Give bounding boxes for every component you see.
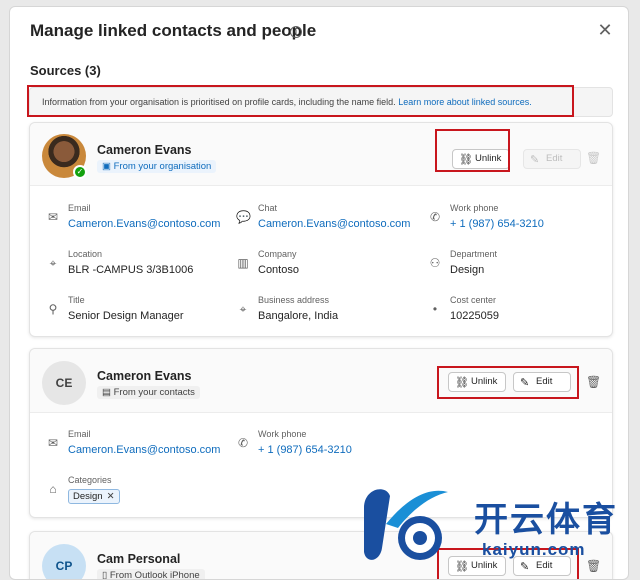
organisation-icon: ▣: [102, 161, 114, 172]
source-badge: ▯ From Outlook iPhone: [97, 569, 205, 580]
field-label: Location: [68, 249, 103, 259]
edit-icon: ✎: [530, 154, 540, 166]
field-value: Contoso: [258, 264, 299, 276]
source-label: From Outlook iPhone: [109, 570, 200, 580]
sources-heading: Sources (3): [30, 63, 101, 78]
source-card-organisation: ✓ Cameron Evans ▣ From your organisation…: [29, 122, 613, 337]
contact-name: Cameron Evans: [97, 369, 192, 383]
people-icon: ⚇: [429, 256, 441, 270]
trash-icon[interactable]: 🗑: [586, 375, 601, 389]
location-icon: ⌖: [239, 302, 247, 316]
field-value: 10225059: [450, 310, 499, 322]
avatar: CP: [42, 544, 86, 579]
category-chip: Design ✕: [68, 489, 120, 504]
email-link[interactable]: Cameron.Evans@contoso.com: [68, 218, 220, 230]
field-label: Chat: [258, 203, 278, 213]
manage-linked-contacts-dialog: Manage linked contacts and people i ✕ So…: [9, 6, 629, 580]
source-label: From your contacts: [113, 387, 195, 398]
field-label: Cost center: [450, 295, 497, 305]
building-icon: ▥: [237, 256, 249, 270]
mail-icon: ✉: [47, 436, 59, 450]
phone-link[interactable]: + 1 (987) 654-3210: [450, 218, 544, 230]
edit-button[interactable]: ✎ Edit: [523, 149, 581, 169]
phone-device-icon: ▯: [102, 570, 110, 580]
field-label: Email: [68, 429, 91, 439]
field-value: Design: [450, 264, 485, 276]
dot-icon: •: [432, 302, 438, 316]
highlight-actions-2: [437, 366, 579, 399]
available-status-icon: ✓: [73, 165, 87, 179]
phone-link[interactable]: + 1 (987) 654-3210: [258, 444, 352, 456]
highlight-banner: [27, 85, 574, 117]
field-label: Work phone: [450, 203, 499, 213]
phone-icon: ✆: [429, 210, 441, 224]
trash-icon[interactable]: 🗑: [586, 559, 601, 573]
chat-link[interactable]: Cameron.Evans@contoso.com: [258, 218, 410, 230]
source-label: From your organisation: [113, 161, 212, 172]
dialog-title: Manage linked contacts and people: [30, 21, 317, 40]
close-icon[interactable]: ✕: [596, 21, 614, 39]
category-label: Design: [73, 491, 103, 502]
field-value: Senior Design Manager: [68, 310, 184, 322]
field-label: Department: [450, 249, 498, 259]
field-label: Email: [68, 203, 91, 213]
field-label: Work phone: [258, 429, 307, 439]
phone-icon: ✆: [237, 436, 249, 450]
contact-name: Cam Personal: [97, 552, 181, 566]
edit-label: Edit: [546, 153, 563, 164]
remove-category-icon[interactable]: ✕: [107, 491, 115, 502]
field-label: Title: [68, 295, 85, 305]
trash-icon[interactable]: 🗑: [586, 151, 601, 165]
field-label: Categories: [68, 475, 112, 485]
person-icon: ⚲: [48, 302, 58, 316]
field-label: Business address: [258, 295, 330, 305]
field-label: Company: [258, 249, 297, 259]
location-icon: ⌖: [49, 256, 57, 270]
mail-icon: ✉: [47, 210, 59, 224]
info-icon[interactable]: i: [290, 26, 302, 38]
contact-name: Cameron Evans: [97, 143, 192, 157]
email-link[interactable]: Cameron.Evans@contoso.com: [68, 444, 220, 456]
field-value: Bangalore, India: [258, 310, 339, 322]
tag-icon: ⌂: [49, 482, 57, 496]
contact-card-icon: ▤: [102, 387, 114, 398]
chat-icon: 💬: [236, 210, 251, 224]
source-badge: ▣ From your organisation: [97, 160, 217, 173]
field-value: BLR -CAMPUS 3/3B1006: [68, 264, 194, 276]
avatar: CE: [42, 361, 86, 405]
highlight-unlink-1: [435, 129, 510, 172]
highlight-actions-3: [437, 548, 579, 579]
source-badge: ▤ From your contacts: [97, 386, 200, 399]
